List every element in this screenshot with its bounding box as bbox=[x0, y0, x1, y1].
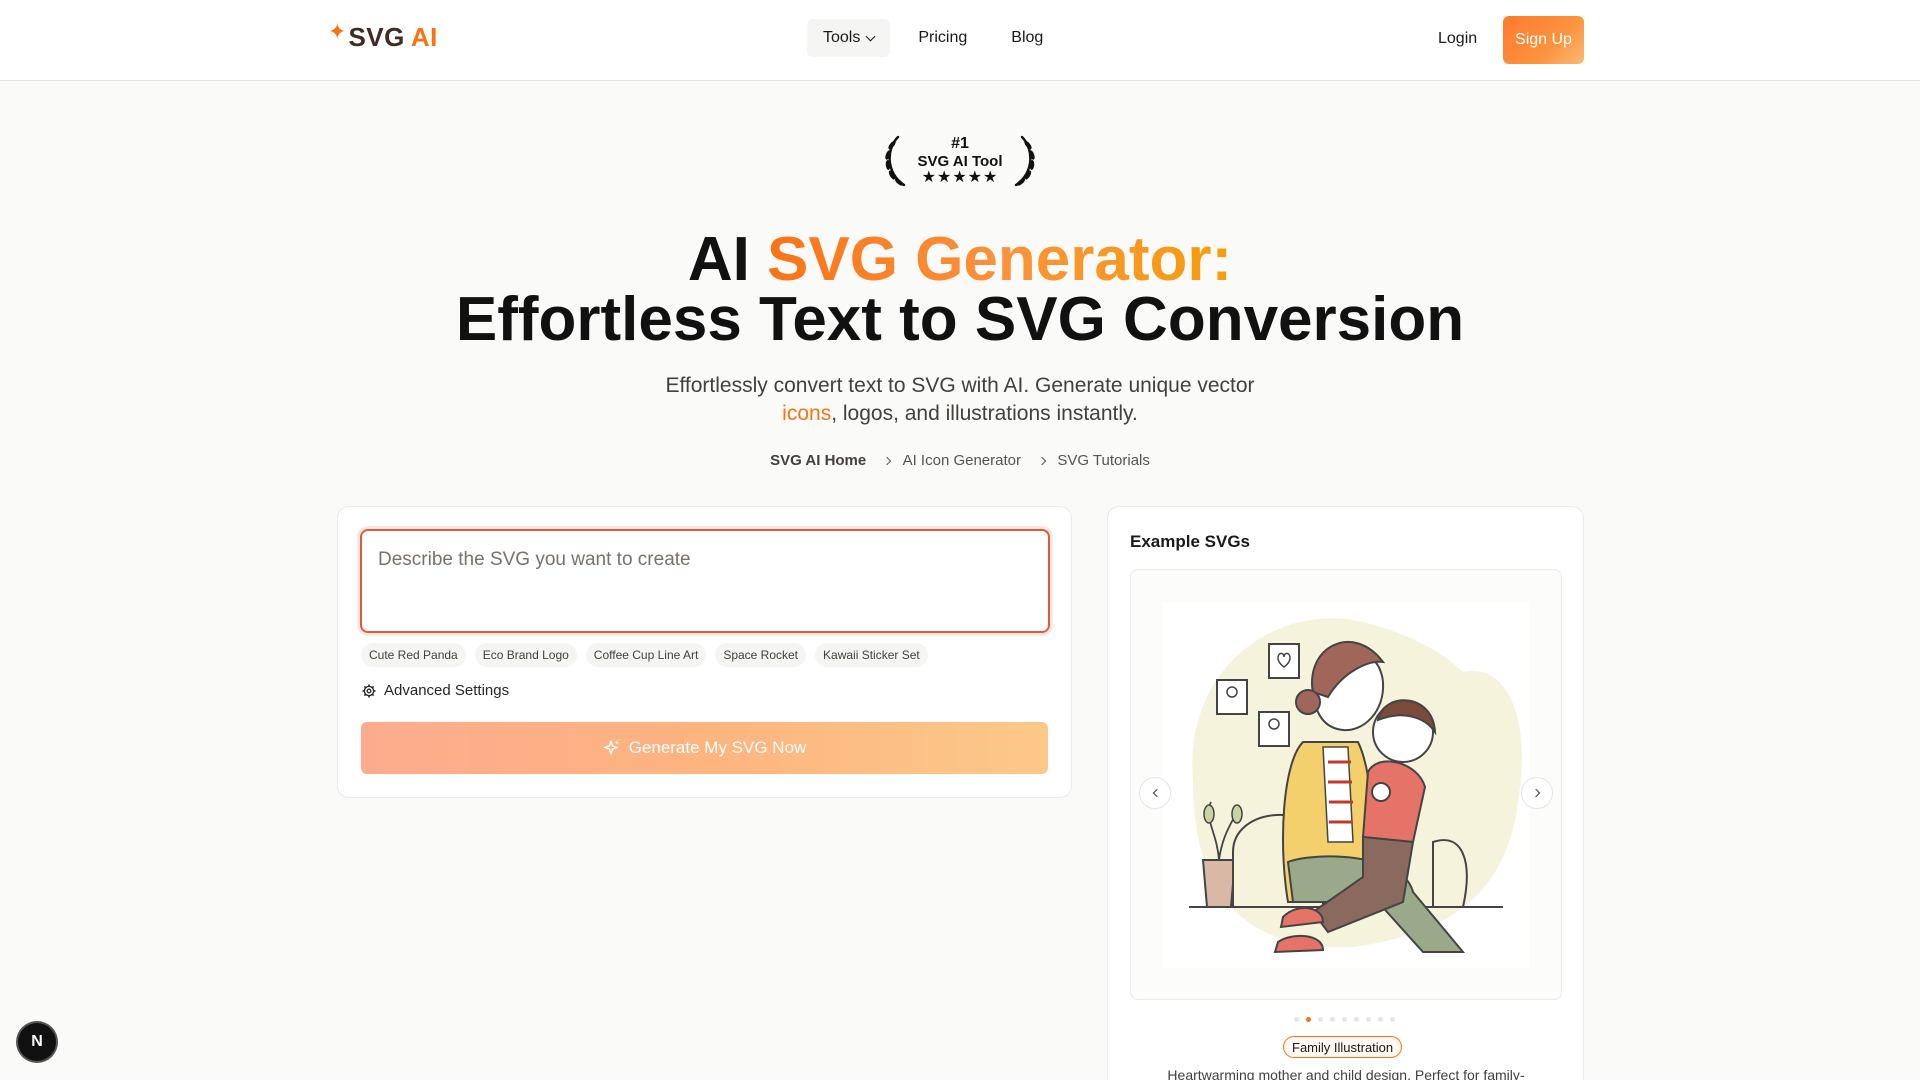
icons-link[interactable]: icons bbox=[782, 402, 831, 425]
examples-card: Example SVGs Family Illustration Heartwa… bbox=[1107, 506, 1584, 1080]
suggestion-chip[interactable]: Space Rocket bbox=[715, 643, 807, 667]
chevron-right-icon bbox=[1037, 456, 1047, 466]
badge-stars: ★★★★★ bbox=[921, 169, 999, 186]
login-link[interactable]: Login bbox=[1438, 30, 1477, 48]
logo-text: SVG AI bbox=[348, 22, 438, 52]
carousel-dot[interactable] bbox=[1294, 1017, 1299, 1022]
carousel-dot[interactable] bbox=[1306, 1017, 1311, 1022]
nextjs-dev-badge[interactable]: N bbox=[18, 1023, 56, 1061]
prompt-input[interactable]: Describe the SVG you want to create bbox=[360, 529, 1050, 633]
nav-blog[interactable]: Blog bbox=[995, 19, 1059, 57]
carousel-dot[interactable] bbox=[1330, 1017, 1335, 1022]
carousel-dots bbox=[1294, 1017, 1402, 1022]
carousel-next-button[interactable] bbox=[1521, 777, 1553, 809]
suggestion-chip[interactable]: Kawaii Sticker Set bbox=[815, 643, 928, 667]
award-badge: #1 SVG AI Tool ★★★★★ bbox=[880, 133, 1040, 189]
nav-tools-label: Tools bbox=[823, 29, 861, 46]
example-category-tag: Family Illustration bbox=[1283, 1036, 1403, 1058]
badge-rank: #1 bbox=[951, 135, 969, 152]
breadcrumb: SVG AI Home AI Icon Generator SVG Tutori… bbox=[0, 452, 1920, 469]
example-carousel bbox=[1130, 569, 1562, 1000]
breadcrumb-svg-tutorials[interactable]: SVG Tutorials bbox=[1057, 452, 1150, 469]
advanced-settings-label: Advanced Settings bbox=[384, 682, 510, 699]
suggestion-chip[interactable]: Cute Red Panda bbox=[361, 643, 466, 667]
chevron-left-icon bbox=[1152, 788, 1161, 798]
hero-title: AI SVG Generator: Effortless Text to SVG… bbox=[455, 225, 1465, 354]
chevron-right-icon bbox=[1531, 788, 1540, 798]
carousel-dot[interactable] bbox=[1354, 1017, 1359, 1022]
advanced-settings-toggle[interactable]: Advanced Settings bbox=[362, 682, 509, 699]
generate-button-label: Generate My SVG Now bbox=[628, 738, 807, 757]
sparkle-icon: ✦ bbox=[328, 18, 347, 44]
carousel-dot[interactable] bbox=[1342, 1017, 1347, 1022]
carousel-dot[interactable] bbox=[1390, 1017, 1395, 1022]
nav-tools[interactable]: Tools bbox=[807, 19, 891, 57]
generator-card: Describe the SVG you want to create Cute… bbox=[337, 506, 1072, 798]
generate-button[interactable]: Generate My SVG Now bbox=[361, 722, 1048, 774]
carousel-prev-button[interactable] bbox=[1139, 777, 1171, 809]
breadcrumb-home[interactable]: SVG AI Home bbox=[770, 452, 866, 469]
carousel-dot[interactable] bbox=[1366, 1017, 1371, 1022]
chevron-down-icon bbox=[865, 31, 876, 41]
suggestion-chips: Cute Red Panda Eco Brand Logo Coffee Cup… bbox=[361, 643, 937, 667]
example-illustration bbox=[1163, 602, 1529, 968]
site-header: ✦ SVG AI Tools Pricing Blog Login Sign Up bbox=[0, 0, 1920, 81]
examples-title: Example SVGs bbox=[1130, 532, 1251, 551]
carousel-dot[interactable] bbox=[1318, 1017, 1323, 1022]
signup-button[interactable]: Sign Up bbox=[1503, 16, 1584, 64]
sparkles-icon bbox=[603, 740, 620, 755]
main-nav: Tools Pricing Blog bbox=[807, 19, 1071, 57]
hero-subtitle: Effortlessly convert text to SVG with AI… bbox=[665, 374, 1255, 425]
breadcrumb-ai-icon-generator[interactable]: AI Icon Generator bbox=[903, 452, 1021, 469]
logo[interactable]: ✦ SVG AI bbox=[328, 18, 438, 53]
nav-pricing[interactable]: Pricing bbox=[902, 19, 983, 57]
example-description: Heartwarming mother and child design. Pe… bbox=[1167, 1067, 1525, 1080]
carousel-dot[interactable] bbox=[1378, 1017, 1383, 1022]
suggestion-chip[interactable]: Coffee Cup Line Art bbox=[585, 643, 707, 667]
badge-label: SVG AI Tool bbox=[917, 153, 1003, 170]
suggestion-chip[interactable]: Eco Brand Logo bbox=[474, 643, 577, 667]
chevron-right-icon bbox=[883, 456, 892, 466]
gear-icon bbox=[362, 684, 376, 697]
